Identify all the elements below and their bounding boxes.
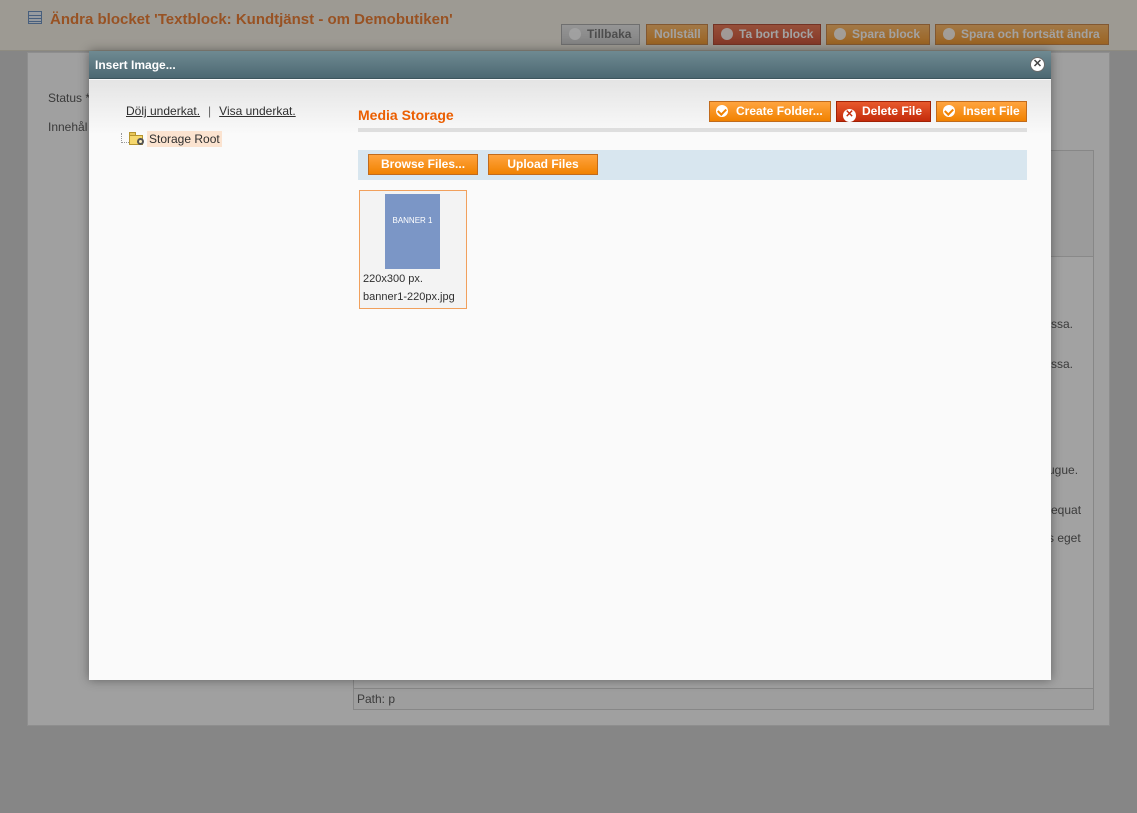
delete-icon: ✕	[843, 109, 856, 122]
tree-controls: Dölj underkat. | Visa underkat.	[126, 104, 296, 118]
link-separator: |	[208, 104, 212, 118]
folder-icon	[129, 132, 145, 145]
tree-connector	[121, 133, 129, 143]
check-icon	[943, 105, 955, 117]
file-dimensions: 220x300 px.	[363, 273, 423, 285]
close-icon[interactable]: ✕	[1030, 57, 1045, 72]
file-name: banner1-220px.jpg	[363, 291, 455, 303]
collapse-all-link[interactable]: Dölj underkat.	[126, 104, 200, 118]
expand-all-link[interactable]: Visa underkat.	[219, 104, 296, 118]
dialog-title: Insert Image...	[95, 58, 176, 72]
title-divider	[358, 128, 1027, 132]
tree-node-label[interactable]: Storage Root	[147, 131, 222, 147]
browse-files-button[interactable]: Browse Files...	[368, 154, 478, 175]
file-thumbnail[interactable]: BANNER 1 220x300 px. banner1-220px.jpg	[359, 190, 467, 309]
create-folder-button[interactable]: Create Folder...	[709, 101, 831, 122]
delete-file-button[interactable]: ✕ Delete File	[836, 101, 931, 122]
insert-file-button[interactable]: Insert File	[936, 101, 1027, 122]
media-storage-title: Media Storage	[358, 107, 454, 123]
insert-image-dialog: Insert Image... ✕ Dölj underkat. | Visa un…	[89, 51, 1051, 680]
dialog-titlebar[interactable]: Insert Image... ✕	[89, 51, 1051, 79]
thumbnail-image: BANNER 1	[385, 194, 440, 269]
check-icon	[716, 105, 728, 117]
upload-files-button[interactable]: Upload Files	[488, 154, 598, 175]
